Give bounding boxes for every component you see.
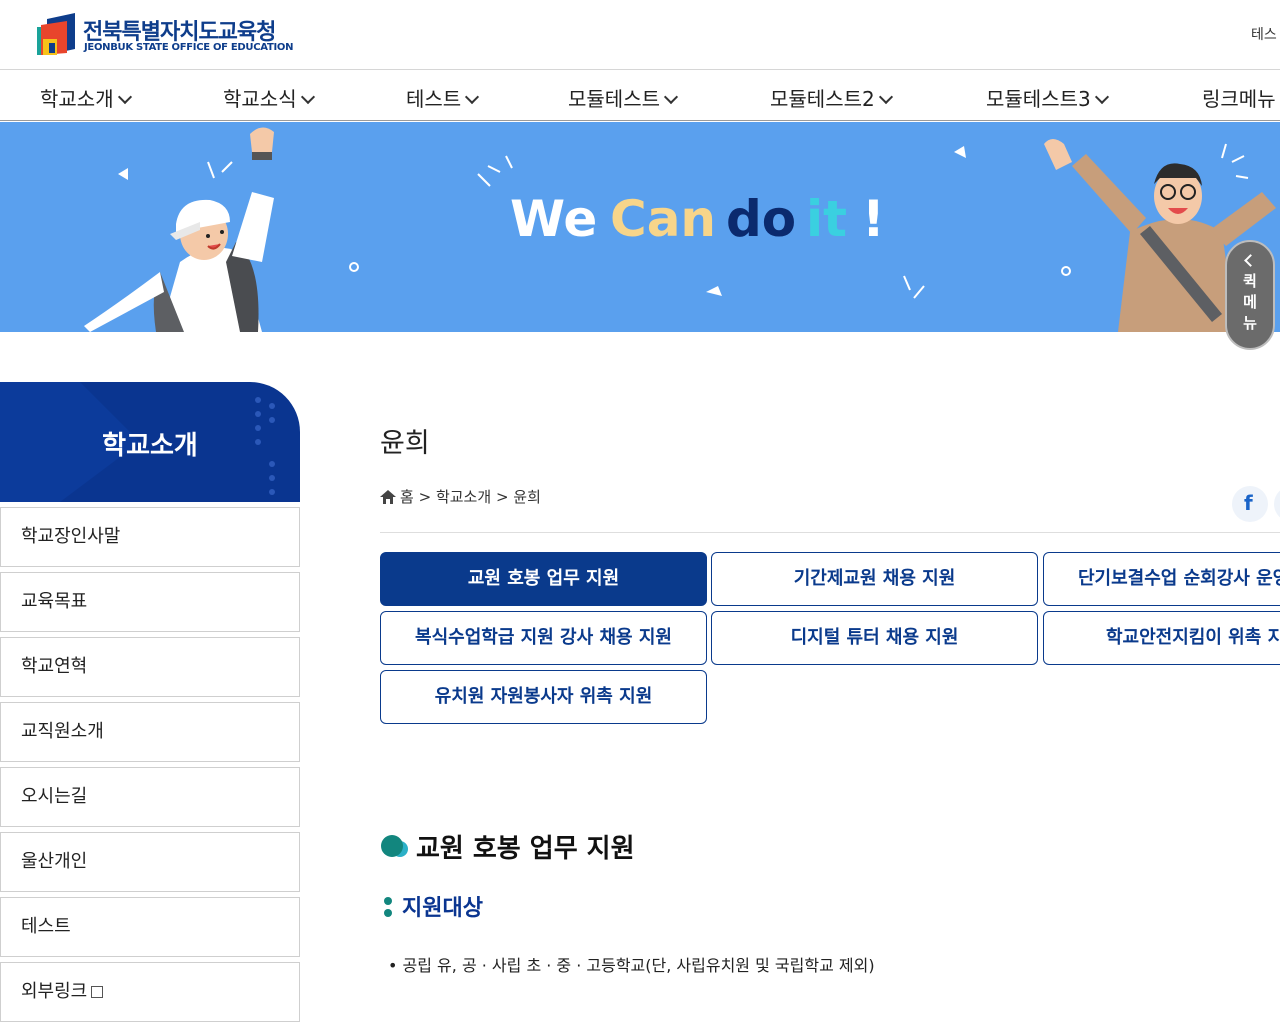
banner-word-3: do <box>726 190 796 248</box>
gnb-item-module-test[interactable]: 모듈테스트 <box>568 83 679 112</box>
chevron-down-icon <box>300 89 315 105</box>
side-nav-item-principal-greeting[interactable]: 학교장인사말 <box>0 507 300 567</box>
tab-safety-guard[interactable]: 학교안전지킴이 위촉 지원 <box>1043 611 1280 665</box>
banner-word-2: Can <box>610 190 716 248</box>
logo-english-text: JEONBUK STATE OFFICE OF EDUCATION <box>84 42 294 53</box>
breadcrumb-separator: > <box>495 488 509 506</box>
tab-teacher-salary[interactable]: 교원 호봉 업무 지원 <box>380 552 707 606</box>
section-title: 교원 호봉 업무 지원 <box>380 828 635 865</box>
chevron-down-icon <box>1094 89 1109 105</box>
side-nav-list: 학교장인사말 교육목표 학교연혁 교직원소개 오시는길 울산개인 테스트 외부링… <box>0 507 300 1027</box>
tab-contract-teacher[interactable]: 기간제교원 채용 지원 <box>711 552 1038 606</box>
global-nav: 학교소개 학교소식 테스트 모듈테스트 모듈테스트2 모듈테스트3 링크메뉴 <box>0 71 1280 121</box>
tab-digital-tutor[interactable]: 디지털 튜터 채용 지원 <box>711 611 1038 665</box>
breadcrumb-home[interactable]: 홈 <box>400 488 414 506</box>
side-nav-item-ulsan-personal[interactable]: 울산개인 <box>0 832 300 892</box>
page-title: 윤희 <box>380 428 430 459</box>
gnb-item-test[interactable]: 테스트 <box>406 83 480 112</box>
external-link-icon <box>91 986 104 998</box>
chevron-left-icon <box>1243 254 1257 267</box>
side-nav-item-edu-goals[interactable]: 교육목표 <box>0 572 300 632</box>
site-logo[interactable]: 전북특별자치도교육청 JEONBUK STATE OFFICE OF EDUCA… <box>37 13 293 59</box>
side-nav-title: 학교소개 <box>102 431 198 461</box>
quick-menu-label: 퀵메뉴 <box>1243 272 1257 332</box>
side-nav-item-history[interactable]: 학교연혁 <box>0 637 300 697</box>
side-nav-header: 학교소개 <box>0 382 300 502</box>
chevron-down-icon <box>878 89 893 105</box>
util-link[interactable]: 테스 <box>1251 24 1277 44</box>
home-icon[interactable] <box>380 490 396 508</box>
gnb-item-module-test-2[interactable]: 모듈테스트2 <box>770 83 893 112</box>
share-button[interactable] <box>1274 486 1280 522</box>
breadcrumb-level1[interactable]: 학교소개 <box>436 488 491 506</box>
facebook-icon: f <box>1244 491 1253 515</box>
tab-kindergarten-volunteer[interactable]: 유치원 자원봉사자 위촉 지원 <box>380 670 707 724</box>
colon-bullet-icon <box>384 896 392 918</box>
site-header: 전북특별자치도교육청 JEONBUK STATE OFFICE OF EDUCA… <box>0 0 1280 70</box>
chevron-down-icon <box>663 89 679 105</box>
facebook-share-button[interactable]: f <box>1232 486 1268 522</box>
quick-menu-button[interactable]: 퀵메뉴 <box>1225 240 1275 350</box>
side-nav-item-staff[interactable]: 교직원소개 <box>0 702 300 762</box>
banner-word-4: it <box>806 190 847 248</box>
chevron-down-icon <box>117 89 132 105</box>
gnb-item-school-intro[interactable]: 학교소개 <box>40 83 132 112</box>
gnb-item-module-test-3[interactable]: 모듈테스트3 <box>986 83 1109 112</box>
tab-multigrade-instructor[interactable]: 복식수업학급 지원 강사 채용 지원 <box>380 611 707 665</box>
banner-word-5: ! <box>862 190 885 248</box>
logo-mark-icon <box>37 13 75 55</box>
breadcrumb: 홈 > 학교소개 > 윤희 <box>380 486 541 507</box>
breadcrumb-separator: > <box>418 488 432 506</box>
side-nav-item-external-link[interactable]: 외부링크 <box>0 962 300 1022</box>
breadcrumb-divider <box>380 532 1280 533</box>
section-bullet-icon <box>380 834 414 860</box>
gnb-item-link-menu[interactable]: 링크메뉴 <box>1202 83 1276 112</box>
breadcrumb-current: 윤희 <box>513 488 541 506</box>
left-character-illustration <box>84 127 274 332</box>
sub-section-title: 지원대상 <box>384 890 483 922</box>
banner-illustration: We Can do it ! <box>84 127 1276 332</box>
banner-word-1: We <box>510 190 597 248</box>
side-nav-item-directions[interactable]: 오시는길 <box>0 767 300 827</box>
hero-banner: We Can do it ! <box>0 122 1280 332</box>
gnb-item-school-news[interactable]: 학교소식 <box>223 83 315 112</box>
side-nav-item-test[interactable]: 테스트 <box>0 897 300 957</box>
chevron-down-icon <box>465 89 480 105</box>
tab-substitute-instructor[interactable]: 단기보결수업 순회강사 운영 <box>1043 552 1280 606</box>
target-description: • 공립 유, 공 · 사립 초 · 중 · 고등학교(단, 사립유치원 및 국… <box>388 956 875 975</box>
